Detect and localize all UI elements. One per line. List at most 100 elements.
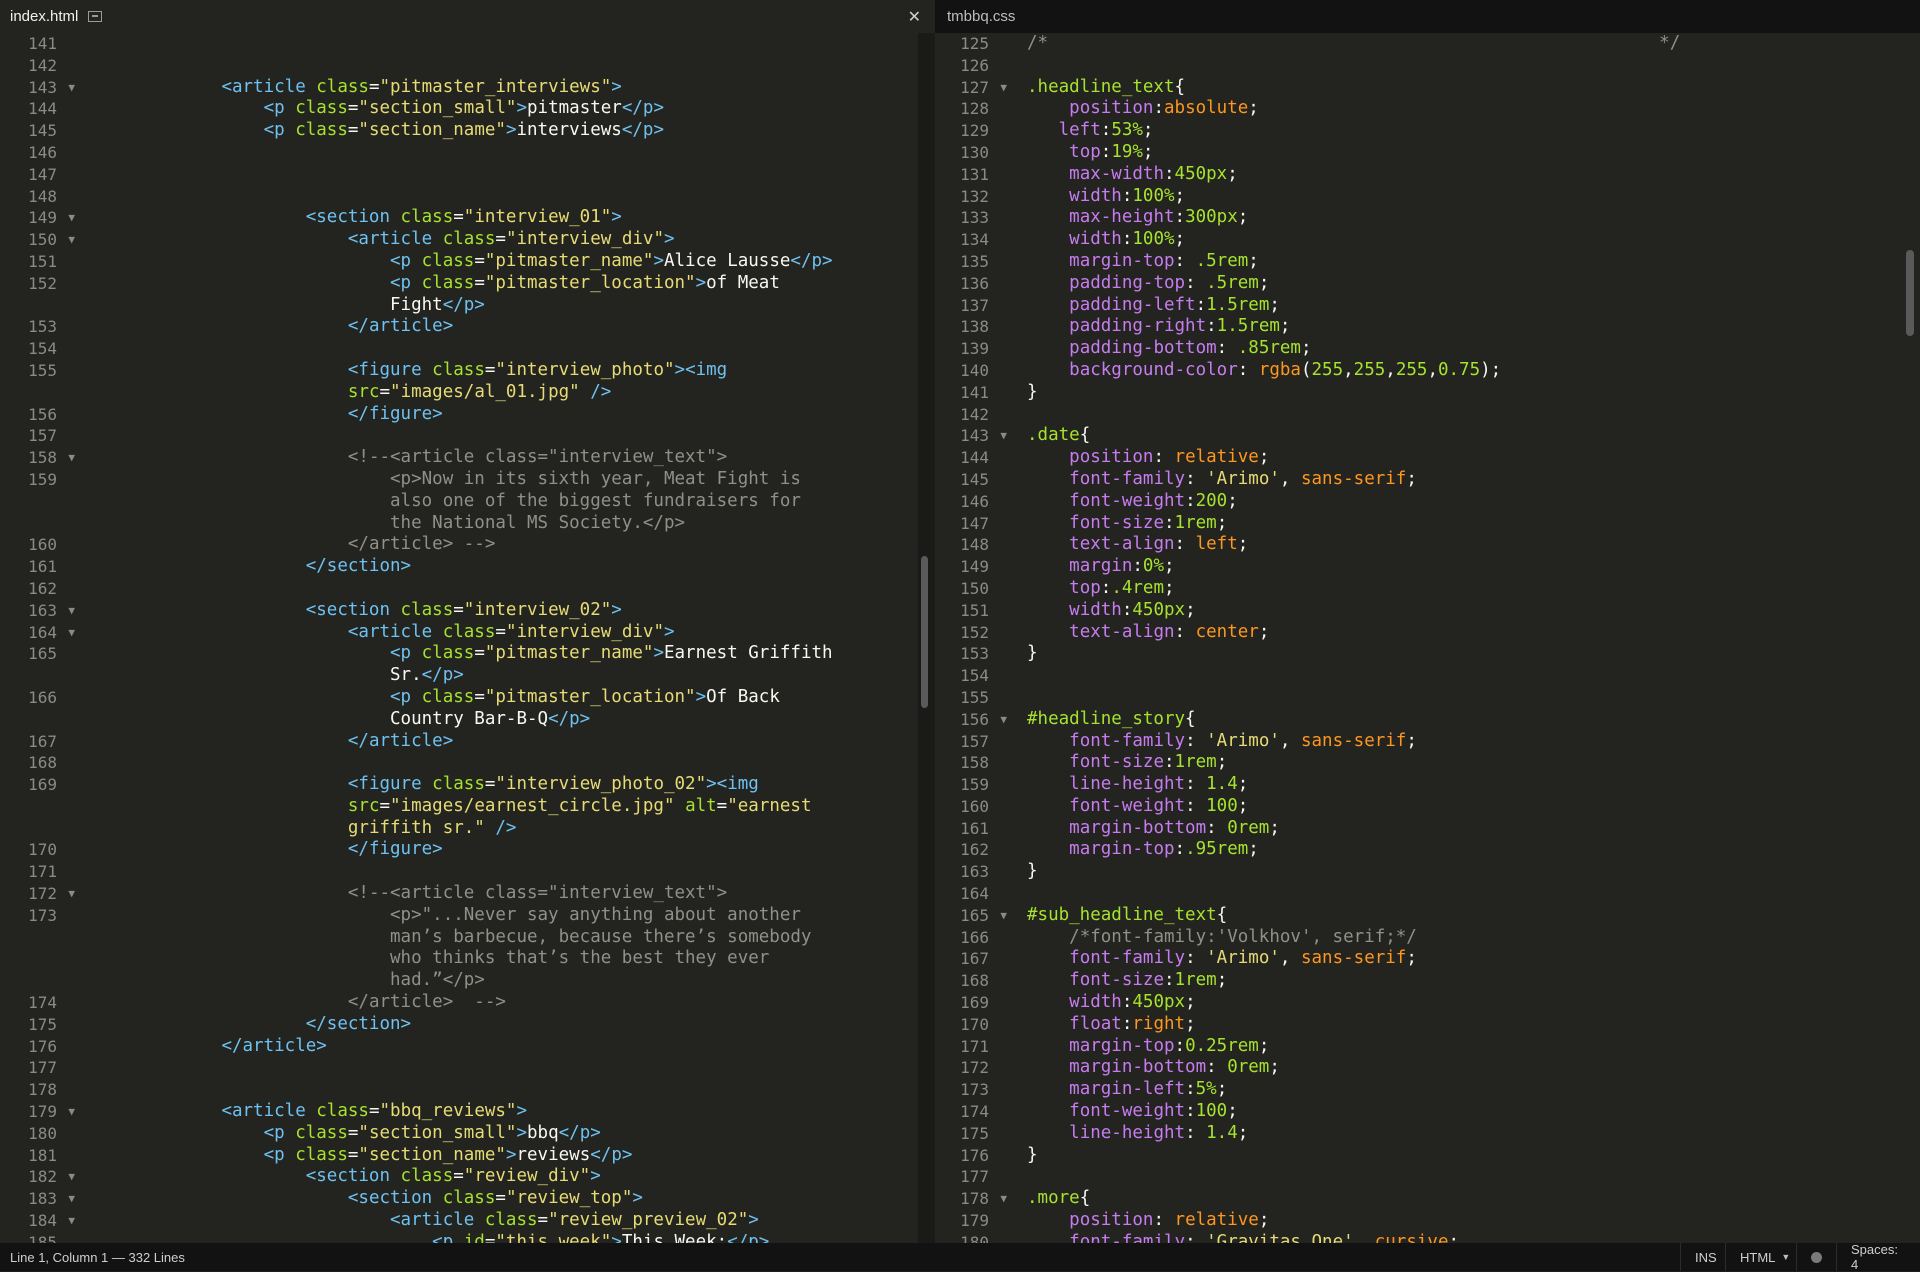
code-line[interactable]: <section class="review_top"> <box>95 1188 833 1210</box>
code-line[interactable]: .more{ <box>1027 1188 1680 1210</box>
code-line[interactable] <box>95 164 833 186</box>
fold-arrow-icon[interactable]: ▼ <box>68 1210 75 1232</box>
code-line[interactable]: <article class="interview_div"> <box>95 622 833 644</box>
code-line[interactable]: margin-bottom: 0rem; <box>1027 1057 1680 1079</box>
code-line[interactable]: /* */ <box>1027 33 1680 55</box>
code-line[interactable] <box>95 55 833 77</box>
code-line[interactable]: Country Bar-B-Q</p> <box>95 709 833 731</box>
code-line[interactable]: float:right; <box>1027 1014 1680 1036</box>
code-line[interactable]: position: relative; <box>1027 1210 1680 1232</box>
code-line[interactable]: margin-top:0.25rem; <box>1027 1036 1680 1058</box>
code-line[interactable]: had.”</p> <box>95 970 833 992</box>
code-line[interactable]: left:53%; <box>1027 120 1680 142</box>
code-line[interactable]: margin-top: .5rem; <box>1027 251 1680 273</box>
code-line[interactable] <box>1027 665 1680 687</box>
code-line[interactable]: text-align: center; <box>1027 622 1680 644</box>
fold-arrow-icon[interactable]: ▼ <box>1000 1188 1007 1210</box>
code-line[interactable]: Sr.</p> <box>95 665 833 687</box>
code-area[interactable]: <article class="pitmaster_interviews"> <… <box>95 33 833 1243</box>
fold-arrow-icon[interactable]: ▼ <box>1000 77 1007 99</box>
code-line[interactable]: </section> <box>95 556 833 578</box>
code-line[interactable] <box>1027 883 1680 905</box>
code-line[interactable]: background-color: rgba(255,255,255,0.75)… <box>1027 360 1680 382</box>
code-line[interactable]: font-size:1rem; <box>1027 970 1680 992</box>
code-line[interactable]: font-weight:200; <box>1027 491 1680 513</box>
code-line[interactable]: man’s barbecue, because there’s somebody <box>95 927 833 949</box>
fold-arrow-icon[interactable]: ▼ <box>68 883 75 905</box>
code-line[interactable]: padding-bottom: .85rem; <box>1027 338 1680 360</box>
code-line[interactable]: src="images/earnest_circle.jpg" alt="ear… <box>95 796 833 818</box>
code-line[interactable]: <p class="pitmaster_name">Alice Lausse</… <box>95 251 833 273</box>
code-line[interactable]: Fight</p> <box>95 295 833 317</box>
editor-pane-html[interactable]: 141 142 143 ▼ 144 145 146 147 148 149 ▼ 150 ▼ 151 152 1… <box>0 33 918 1243</box>
code-line[interactable]: <section class="interview_02"> <box>95 600 833 622</box>
code-line[interactable]: <p class="section_small">pitmaster</p> <box>95 98 833 120</box>
tab-tmbbq-css[interactable]: tmbbq.css <box>935 0 1920 33</box>
code-line[interactable]: position:absolute; <box>1027 98 1680 120</box>
code-line[interactable]: <p class="section_name">interviews</p> <box>95 120 833 142</box>
insert-mode-indicator[interactable]: INS <box>1680 1243 1731 1271</box>
code-line[interactable]: } <box>1027 1145 1680 1167</box>
code-line[interactable]: <p class="pitmaster_location">of Meat <box>95 273 833 295</box>
code-line[interactable]: <p class="section_small">bbq</p> <box>95 1123 833 1145</box>
code-line[interactable]: <p class="pitmaster_name">Earnest Griffi… <box>95 643 833 665</box>
code-line[interactable]: font-family: 'Arimo', sans-serif; <box>1027 469 1680 491</box>
code-line[interactable]: <figure class="interview_photo_02"><img <box>95 774 833 796</box>
code-line[interactable]: text-align: left; <box>1027 534 1680 556</box>
code-line[interactable]: <p class="section_name">reviews</p> <box>95 1145 833 1167</box>
code-line[interactable]: who thinks that’s the best they ever <box>95 948 833 970</box>
fold-arrow-icon[interactable]: ▼ <box>68 447 75 469</box>
code-line[interactable] <box>1027 55 1680 77</box>
close-icon[interactable]: ✕ <box>908 0 921 33</box>
code-line[interactable]: </article> --> <box>95 534 833 556</box>
code-line[interactable]: line-height: 1.4; <box>1027 774 1680 796</box>
syntax-selector[interactable]: HTML ▼ <box>1725 1243 1804 1271</box>
code-line[interactable]: padding-left:1.5rem; <box>1027 295 1680 317</box>
code-line[interactable] <box>1027 687 1680 709</box>
code-line[interactable]: margin-left:5%; <box>1027 1079 1680 1101</box>
code-line[interactable] <box>95 578 833 600</box>
code-line[interactable]: line-height: 1.4; <box>1027 1123 1680 1145</box>
fold-arrow-icon[interactable]: ▼ <box>68 622 75 644</box>
fold-arrow-icon[interactable]: ▼ <box>1000 905 1007 927</box>
code-line[interactable]: <article class="bbq_reviews"> <box>95 1101 833 1123</box>
code-line[interactable]: <!--<article class="interview_text"> <box>95 883 833 905</box>
fold-arrow-icon[interactable]: ▼ <box>68 600 75 622</box>
code-line[interactable] <box>95 1057 833 1079</box>
code-line[interactable]: <p id="this_week">This Week:</p> <box>95 1232 833 1243</box>
code-line[interactable]: margin:0%; <box>1027 556 1680 578</box>
code-line[interactable] <box>1027 404 1680 426</box>
code-line[interactable]: </figure> <box>95 839 833 861</box>
code-line[interactable]: } <box>1027 861 1680 883</box>
code-area[interactable]: /* */.headline_text{ position:absolute; … <box>1027 33 1680 1243</box>
code-line[interactable]: .headline_text{ <box>1027 77 1680 99</box>
code-line[interactable]: </article> <box>95 316 833 338</box>
code-line[interactable]: top:19%; <box>1027 142 1680 164</box>
code-line[interactable]: </article> <box>95 731 833 753</box>
code-line[interactable]: </article> --> <box>95 992 833 1014</box>
code-line[interactable]: width:450px; <box>1027 992 1680 1014</box>
code-line[interactable]: margin-top:.95rem; <box>1027 839 1680 861</box>
code-line[interactable]: <p>Now in its sixth year, Meat Fight is <box>95 469 833 491</box>
code-line[interactable]: width:100%; <box>1027 186 1680 208</box>
code-line[interactable]: </article> <box>95 1036 833 1058</box>
fold-arrow-icon[interactable]: ▼ <box>68 1188 75 1210</box>
fold-arrow-icon[interactable]: ▼ <box>1000 709 1007 731</box>
code-line[interactable]: } <box>1027 643 1680 665</box>
code-line[interactable]: /*font-family:'Volkhov', serif;*/ <box>1027 927 1680 949</box>
code-line[interactable]: } <box>1027 382 1680 404</box>
code-line[interactable]: <section class="interview_01"> <box>95 207 833 229</box>
code-line[interactable] <box>95 33 833 55</box>
code-line[interactable]: </figure> <box>95 404 833 426</box>
fold-arrow-icon[interactable]: ▼ <box>68 77 75 99</box>
scrollbar-thumb-left[interactable] <box>921 556 928 708</box>
code-line[interactable]: </section> <box>95 1014 833 1036</box>
code-line[interactable]: the National MS Society.</p> <box>95 513 833 535</box>
code-line[interactable]: font-size:1rem; <box>1027 752 1680 774</box>
fold-arrow-icon[interactable]: ▼ <box>68 1101 75 1123</box>
code-line[interactable]: <figure class="interview_photo"><img <box>95 360 833 382</box>
code-line[interactable] <box>95 752 833 774</box>
code-line[interactable]: src="images/al_01.jpg" /> <box>95 382 833 404</box>
fold-arrow-icon[interactable]: ▼ <box>1000 425 1007 447</box>
code-line[interactable]: font-size:1rem; <box>1027 513 1680 535</box>
